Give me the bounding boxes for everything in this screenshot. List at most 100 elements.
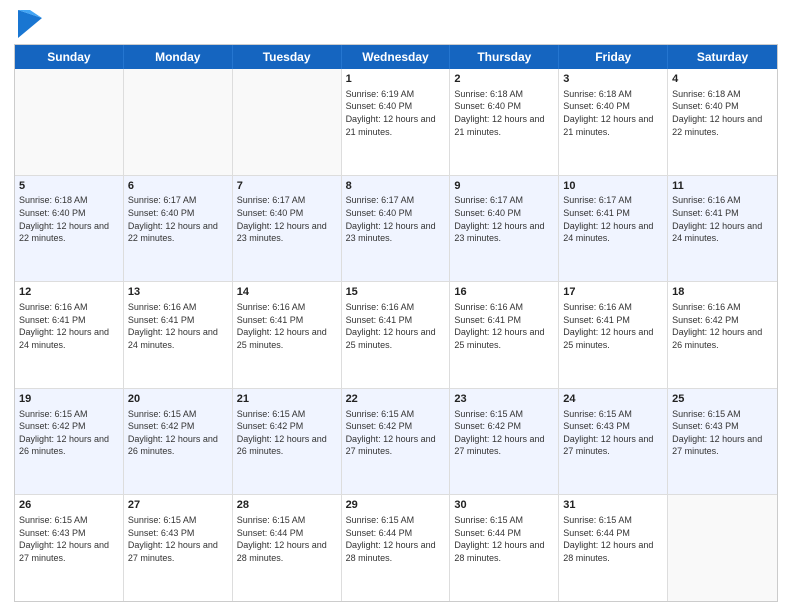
cell-sun-info: Sunrise: 6:16 AM Sunset: 6:41 PM Dayligh… — [454, 301, 554, 351]
calendar-cell-day-19: 19Sunrise: 6:15 AM Sunset: 6:42 PM Dayli… — [15, 389, 124, 495]
calendar-cell-empty — [668, 495, 777, 601]
cell-sun-info: Sunrise: 6:18 AM Sunset: 6:40 PM Dayligh… — [563, 88, 663, 138]
day-number: 19 — [19, 392, 119, 407]
calendar-cell-day-27: 27Sunrise: 6:15 AM Sunset: 6:43 PM Dayli… — [124, 495, 233, 601]
calendar-row-1: 5Sunrise: 6:18 AM Sunset: 6:40 PM Daylig… — [15, 176, 777, 283]
calendar-row-3: 19 Sunrise: 6:15 AM Sunset: 6:42 PM Dayli… — [15, 389, 777, 496]
calendar-cell-day-4: 4Sunrise: 6:18 AM Sunset: 6:40 PM Daylig… — [668, 69, 777, 175]
day-number: 11 — [672, 179, 773, 194]
day-number: 26 — [19, 498, 119, 513]
calendar-cell-day-13: 13Sunrise: 6:16 AM Sunset: 6:41 PM Dayli… — [124, 282, 233, 388]
calendar-body: 1Sunrise: 6:19 AM Sunset: 6:40 PM Daylig… — [15, 69, 777, 601]
cell-sun-info: Sunrise: 6:16 AM Sunset: 6:41 PM Dayligh… — [672, 194, 773, 244]
cell-sun-info: Sunrise: 6:16 AM Sunset: 6:41 PM Dayligh… — [19, 301, 119, 351]
day-number: 9 — [454, 179, 554, 194]
day-number: 8 — [346, 179, 446, 194]
calendar-cell-day-6: 6Sunrise: 6:17 AM Sunset: 6:40 PM Daylig… — [124, 176, 233, 282]
calendar-row-2: 12Sunrise: 6:16 AM Sunset: 6:41 PM Dayli… — [15, 282, 777, 389]
logo-icon — [18, 10, 42, 38]
logo — [14, 10, 42, 38]
day-number: 29 — [346, 498, 446, 513]
calendar-day-header-wednesday: Wednesday — [342, 45, 451, 69]
day-number: 18 — [672, 285, 773, 300]
calendar-day-header-saturday: Saturday — [668, 45, 777, 69]
day-number: 4 — [672, 72, 773, 87]
day-number: 7 — [237, 179, 337, 194]
cell-sun-info: Sunrise: 6:17 AM Sunset: 6:40 PM Dayligh… — [454, 194, 554, 244]
day-number: 30 — [454, 498, 554, 513]
day-number: 2 — [454, 72, 554, 87]
calendar-cell-day-3: 3Sunrise: 6:18 AM Sunset: 6:40 PM Daylig… — [559, 69, 668, 175]
calendar-header-row: SundayMondayTuesdayWednesdayThursdayFrid… — [15, 45, 777, 69]
calendar-day-header-sunday: Sunday — [15, 45, 124, 69]
cell-sun-info: Sunrise: 6:16 AM Sunset: 6:41 PM Dayligh… — [128, 301, 228, 351]
day-number: 3 — [563, 72, 663, 87]
calendar-day-header-tuesday: Tuesday — [233, 45, 342, 69]
cell-sun-info: Sunrise: 6:16 AM Sunset: 6:42 PM Dayligh… — [672, 301, 773, 351]
cell-sun-info: Sunrise: 6:17 AM Sunset: 6:40 PM Dayligh… — [128, 194, 228, 244]
day-number: 21 — [237, 392, 337, 407]
calendar-cell-day-23: 23Sunrise: 6:15 AM Sunset: 6:42 PM Dayli… — [450, 389, 559, 495]
calendar-cell-day-16: 16Sunrise: 6:16 AM Sunset: 6:41 PM Dayli… — [450, 282, 559, 388]
day-number: 13 — [128, 285, 228, 300]
day-number: 20 — [128, 392, 228, 407]
calendar-cell-empty — [233, 69, 342, 175]
cell-sun-info: Sunrise: 6:15 AM Sunset: 6:42 PM Dayligh… — [454, 408, 554, 458]
cell-sun-info: Sunrise: 6:15 AM Sunset: 6:44 PM Dayligh… — [454, 514, 554, 564]
calendar-cell-day-20: 20Sunrise: 6:15 AM Sunset: 6:42 PM Dayli… — [124, 389, 233, 495]
calendar-cell-day-5: 5Sunrise: 6:18 AM Sunset: 6:40 PM Daylig… — [15, 176, 124, 282]
calendar-cell-day-1: 1Sunrise: 6:19 AM Sunset: 6:40 PM Daylig… — [342, 69, 451, 175]
calendar-row-4: 26Sunrise: 6:15 AM Sunset: 6:43 PM Dayli… — [15, 495, 777, 601]
calendar-cell-day-31: 31Sunrise: 6:15 AM Sunset: 6:44 PM Dayli… — [559, 495, 668, 601]
cell-sun-info: Sunrise: 6:17 AM Sunset: 6:40 PM Dayligh… — [237, 194, 337, 244]
day-number: 15 — [346, 285, 446, 300]
day-number: 23 — [454, 392, 554, 407]
cell-sun-info: Sunrise: 6:17 AM Sunset: 6:40 PM Dayligh… — [346, 194, 446, 244]
header — [14, 10, 778, 38]
calendar-cell-day-15: 15Sunrise: 6:16 AM Sunset: 6:41 PM Dayli… — [342, 282, 451, 388]
cell-sun-info: Sunrise: 6:15 AM Sunset: 6:42 PM Dayligh… — [237, 408, 337, 458]
calendar-day-header-friday: Friday — [559, 45, 668, 69]
cell-sun-info: Sunrise: 6:16 AM Sunset: 6:41 PM Dayligh… — [563, 301, 663, 351]
cell-sun-info: Sunrise: 6:15 AM Sunset: 6:43 PM Dayligh… — [19, 514, 119, 564]
day-number: 25 — [672, 392, 773, 407]
day-number: 14 — [237, 285, 337, 300]
calendar-cell-day-2: 2Sunrise: 6:18 AM Sunset: 6:40 PM Daylig… — [450, 69, 559, 175]
calendar: SundayMondayTuesdayWednesdayThursdayFrid… — [14, 44, 778, 602]
day-number: 24 — [563, 392, 663, 407]
day-number: 31 — [563, 498, 663, 513]
cell-sun-info: Sunrise: 6:15 AM Sunset: 6:43 PM Dayligh… — [672, 408, 773, 458]
calendar-cell-day-21: 21Sunrise: 6:15 AM Sunset: 6:42 PM Dayli… — [233, 389, 342, 495]
cell-sun-info: Sunrise: 6:15 AM Sunset: 6:43 PM Dayligh… — [128, 514, 228, 564]
cell-sun-info: Sunrise: 6:15 AM Sunset: 6:42 PM Dayligh… — [128, 408, 228, 458]
day-number: 22 — [346, 392, 446, 407]
calendar-cell-day-28: 28Sunrise: 6:15 AM Sunset: 6:44 PM Dayli… — [233, 495, 342, 601]
day-number: 12 — [19, 285, 119, 300]
day-number: 1 — [346, 72, 446, 87]
calendar-cell-day-17: 17Sunrise: 6:16 AM Sunset: 6:41 PM Dayli… — [559, 282, 668, 388]
calendar-cell-day-22: 22Sunrise: 6:15 AM Sunset: 6:42 PM Dayli… — [342, 389, 451, 495]
calendar-cell-day-12: 12Sunrise: 6:16 AM Sunset: 6:41 PM Dayli… — [15, 282, 124, 388]
calendar-cell-day-7: 7Sunrise: 6:17 AM Sunset: 6:40 PM Daylig… — [233, 176, 342, 282]
calendar-day-header-thursday: Thursday — [450, 45, 559, 69]
cell-sun-info: Sunrise: 6:18 AM Sunset: 6:40 PM Dayligh… — [672, 88, 773, 138]
cell-sun-info: Sunrise: 6:15 AM Sunset: 6:44 PM Dayligh… — [346, 514, 446, 564]
cell-sun-info: Sunrise: 6:15 AM Sunset: 6:43 PM Dayligh… — [563, 408, 663, 458]
calendar-cell-day-24: 24Sunrise: 6:15 AM Sunset: 6:43 PM Dayli… — [559, 389, 668, 495]
cell-sun-info: Sunrise: 6:15 AM Sunset: 6:44 PM Dayligh… — [237, 514, 337, 564]
day-number: 28 — [237, 498, 337, 513]
cell-sun-info: Sunrise: 6:17 AM Sunset: 6:41 PM Dayligh… — [563, 194, 663, 244]
calendar-cell-empty — [15, 69, 124, 175]
day-number: 27 — [128, 498, 228, 513]
day-number: 17 — [563, 285, 663, 300]
calendar-cell-day-26: 26Sunrise: 6:15 AM Sunset: 6:43 PM Dayli… — [15, 495, 124, 601]
day-number: 6 — [128, 179, 228, 194]
day-number: 16 — [454, 285, 554, 300]
cell-sun-info: Sunrise: 6:18 AM Sunset: 6:40 PM Dayligh… — [19, 194, 119, 244]
page: SundayMondayTuesdayWednesdayThursdayFrid… — [0, 0, 792, 612]
day-number: 5 — [19, 179, 119, 194]
calendar-day-header-monday: Monday — [124, 45, 233, 69]
cell-sun-info: Sunrise: 6:19 AM Sunset: 6:40 PM Dayligh… — [346, 88, 446, 138]
cell-sun-info: Sunrise: 6:16 AM Sunset: 6:41 PM Dayligh… — [237, 301, 337, 351]
calendar-cell-day-9: 9Sunrise: 6:17 AM Sunset: 6:40 PM Daylig… — [450, 176, 559, 282]
